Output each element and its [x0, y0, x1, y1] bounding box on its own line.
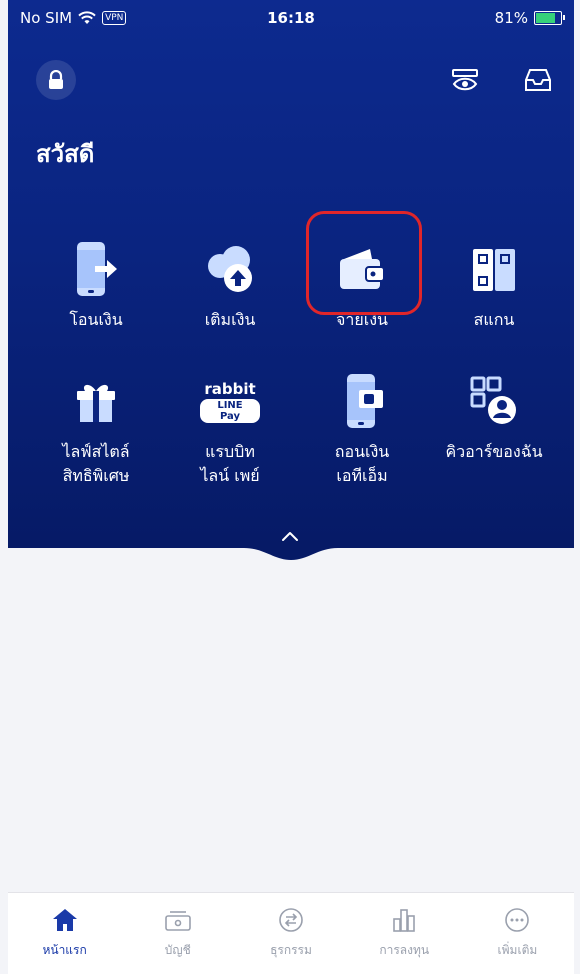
menu-rabbit-line-pay[interactable]: rabbit LINE Pay แรบบิท ไลน์ เพย์	[170, 372, 290, 488]
menu-lifestyle[interactable]: ไลฟ์สไตล์ สิทธิพิเศษ	[36, 372, 156, 488]
status-bar: No SIM VPN 16:18 81%	[8, 0, 574, 38]
qr-user-icon	[470, 376, 516, 424]
tab-transactions[interactable]: ธุรกรรม	[234, 893, 347, 974]
hide-balance-button[interactable]	[448, 62, 484, 98]
inbox-icon	[525, 69, 551, 91]
phone-transfer-icon	[77, 242, 117, 296]
home-icon	[52, 909, 77, 931]
line-pay-logo-text: LINE Pay	[200, 399, 260, 423]
bar-chart-icon	[393, 909, 416, 932]
tab-more[interactable]: เพิ่มเติม	[461, 893, 574, 974]
menu-label: ไลฟ์สไตล์ สิทธิพิเศษ	[62, 442, 130, 485]
menu-label: ถอนเงิน เอทีเอ็ม	[334, 442, 390, 485]
wallet-card-icon	[164, 911, 191, 931]
transfer-arrows-icon	[279, 908, 303, 932]
hero-curve	[8, 546, 574, 562]
tab-label: บัญชี	[164, 943, 191, 957]
pay-highlight-frame	[306, 211, 422, 315]
rabbit-logo-text: rabbit	[204, 380, 256, 398]
tab-label: การลงทุน	[379, 943, 430, 957]
phone-cash-icon	[347, 374, 383, 428]
menu-label: คิวอาร์ของฉัน	[445, 442, 543, 461]
cloud-upload-icon	[208, 246, 252, 292]
eye-card-icon	[452, 69, 478, 91]
menu-atm-withdraw[interactable]: ถอนเงิน เอทีเอ็ม	[302, 372, 422, 488]
menu-label: แรบบิท ไลน์ เพย์	[200, 442, 260, 485]
menu-scan[interactable]: สแกน	[434, 240, 554, 332]
lock-icon	[49, 70, 63, 89]
battery-icon	[534, 11, 565, 25]
tab-home[interactable]: หน้าแรก	[8, 893, 121, 974]
tab-accounts[interactable]: บัญชี	[121, 893, 234, 974]
tab-label: หน้าแรก	[42, 943, 87, 957]
chevron-up-icon[interactable]	[280, 530, 300, 542]
menu-transfer[interactable]: โอนเงิน	[36, 240, 156, 332]
battery-percent: 81%	[494, 9, 528, 27]
lock-button[interactable]	[36, 60, 76, 100]
greeting-title: สวัสดี	[36, 140, 95, 168]
tab-label: เพิ่มเติม	[497, 943, 538, 957]
bottom-tab-bar: หน้าแรก บัญชี ธุรกรรม การลงทุน เพิ่มเติม	[8, 892, 574, 974]
menu-topup[interactable]: เติมเงิน	[170, 240, 290, 332]
tab-label: ธุรกรรม	[270, 943, 312, 957]
inbox-button[interactable]	[520, 62, 556, 98]
more-dots-icon	[505, 908, 530, 932]
menu-label: สแกน	[473, 310, 515, 329]
menu-label: เติมเงิน	[204, 310, 256, 329]
scan-icon	[473, 249, 515, 291]
menu-my-qr[interactable]: คิวอาร์ของฉัน	[434, 372, 554, 464]
tab-investments[interactable]: การลงทุน	[348, 893, 461, 974]
gift-icon	[77, 384, 115, 422]
menu-label: โอนเงิน	[69, 310, 123, 329]
app-screen: No SIM VPN 16:18 81% สวัสดี โอนเงิน เติม…	[0, 0, 580, 974]
clock: 16:18	[267, 9, 315, 27]
rabbit-line-pay-logo: rabbit LINE Pay	[200, 372, 260, 432]
